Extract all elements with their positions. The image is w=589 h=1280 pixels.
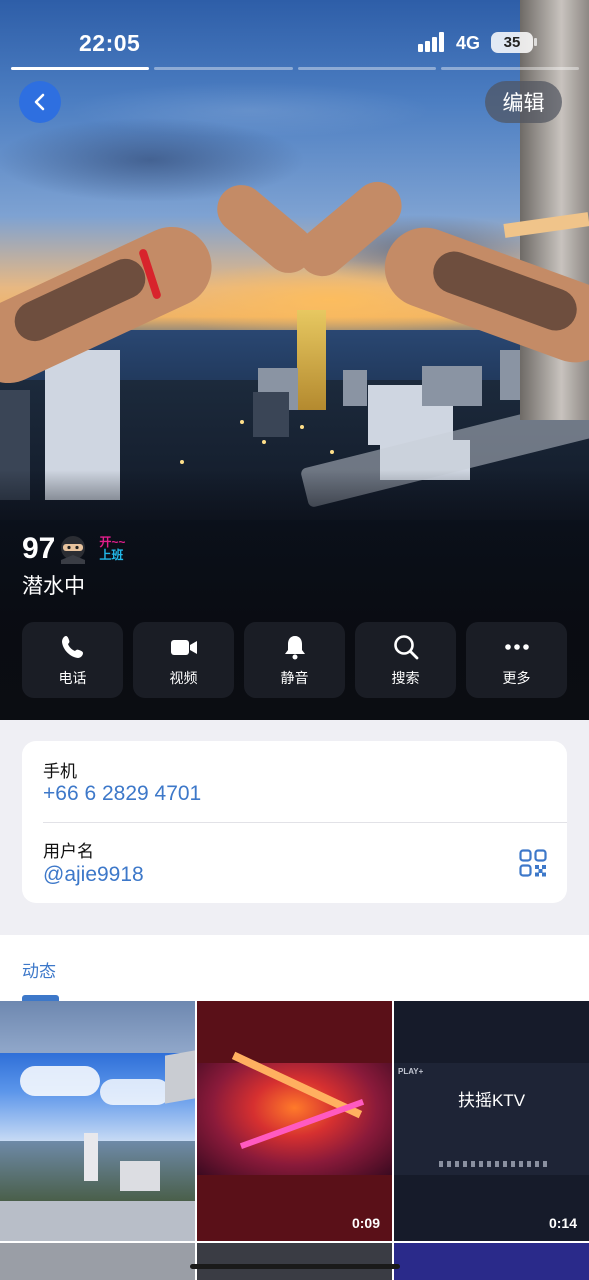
posts-section: 动态 0:09 PLAY+ 扶摇KTV 0:14 bbox=[0, 935, 589, 1280]
search-button[interactable]: 搜索 bbox=[355, 622, 456, 698]
post-thumbnail[interactable]: 0:09 bbox=[197, 1001, 392, 1241]
ninja-emoji-icon bbox=[61, 536, 86, 564]
post-thumbnail[interactable] bbox=[0, 1001, 195, 1241]
story-progress bbox=[11, 67, 579, 71]
status-badge: 开~~ 上班 bbox=[99, 535, 126, 562]
action-bar: 电话 视频 静音 搜索 更多 bbox=[22, 622, 567, 698]
video-icon bbox=[170, 640, 197, 655]
username-label: 用户名 bbox=[43, 842, 94, 861]
phone-icon bbox=[61, 636, 83, 658]
tab-posts[interactable]: 动态 bbox=[22, 957, 56, 982]
username-value[interactable]: @ajie9918 bbox=[43, 863, 144, 887]
more-button[interactable]: 更多 bbox=[466, 622, 567, 698]
phone-label: 手机 bbox=[43, 762, 77, 781]
story-segment bbox=[154, 67, 293, 70]
story-segment bbox=[297, 67, 436, 70]
posts-grid: 0:09 PLAY+ 扶摇KTV 0:14 bbox=[0, 1001, 589, 1280]
network-type: 4G bbox=[456, 33, 481, 53]
phone-number[interactable]: +66 6 2829 4701 bbox=[43, 782, 201, 806]
status-time: 22:05 bbox=[79, 30, 141, 56]
story-segment bbox=[440, 67, 579, 70]
edit-button[interactable]: 编辑 bbox=[485, 81, 562, 123]
bell-icon bbox=[284, 636, 305, 660]
home-indicator[interactable] bbox=[190, 1264, 400, 1269]
video-button[interactable]: 视频 bbox=[133, 622, 234, 698]
contact-info-card: 手机 +66 6 2829 4701 用户名 @ajie9918 bbox=[22, 741, 567, 903]
post-thumbnail[interactable] bbox=[0, 1243, 195, 1280]
search-icon bbox=[393, 635, 418, 660]
post-thumbnail[interactable]: PLAY+ 扶摇KTV 0:14 bbox=[394, 1001, 589, 1241]
qr-code-icon[interactable] bbox=[519, 849, 547, 877]
mute-button[interactable]: 静音 bbox=[244, 622, 345, 698]
chevron-left-icon bbox=[34, 93, 45, 111]
video-duration: 0:14 bbox=[548, 1215, 577, 1231]
back-button[interactable] bbox=[19, 81, 61, 123]
call-button[interactable]: 电话 bbox=[22, 622, 123, 698]
post-caption: 扶摇KTV bbox=[457, 1091, 526, 1110]
profile-name-row: 97 开~~ 上班 bbox=[22, 532, 125, 566]
more-icon bbox=[504, 644, 529, 650]
profile-status: 潜水中 bbox=[22, 575, 85, 598]
story-segment bbox=[11, 67, 150, 70]
post-thumbnail[interactable] bbox=[394, 1243, 589, 1280]
battery-icon: 35 bbox=[491, 32, 533, 53]
profile-name: 97 bbox=[22, 532, 56, 565]
post-thumbnail[interactable] bbox=[197, 1243, 392, 1280]
post-tag: PLAY+ bbox=[398, 1067, 424, 1076]
signal-icon bbox=[418, 32, 448, 52]
video-duration: 0:09 bbox=[351, 1215, 380, 1231]
